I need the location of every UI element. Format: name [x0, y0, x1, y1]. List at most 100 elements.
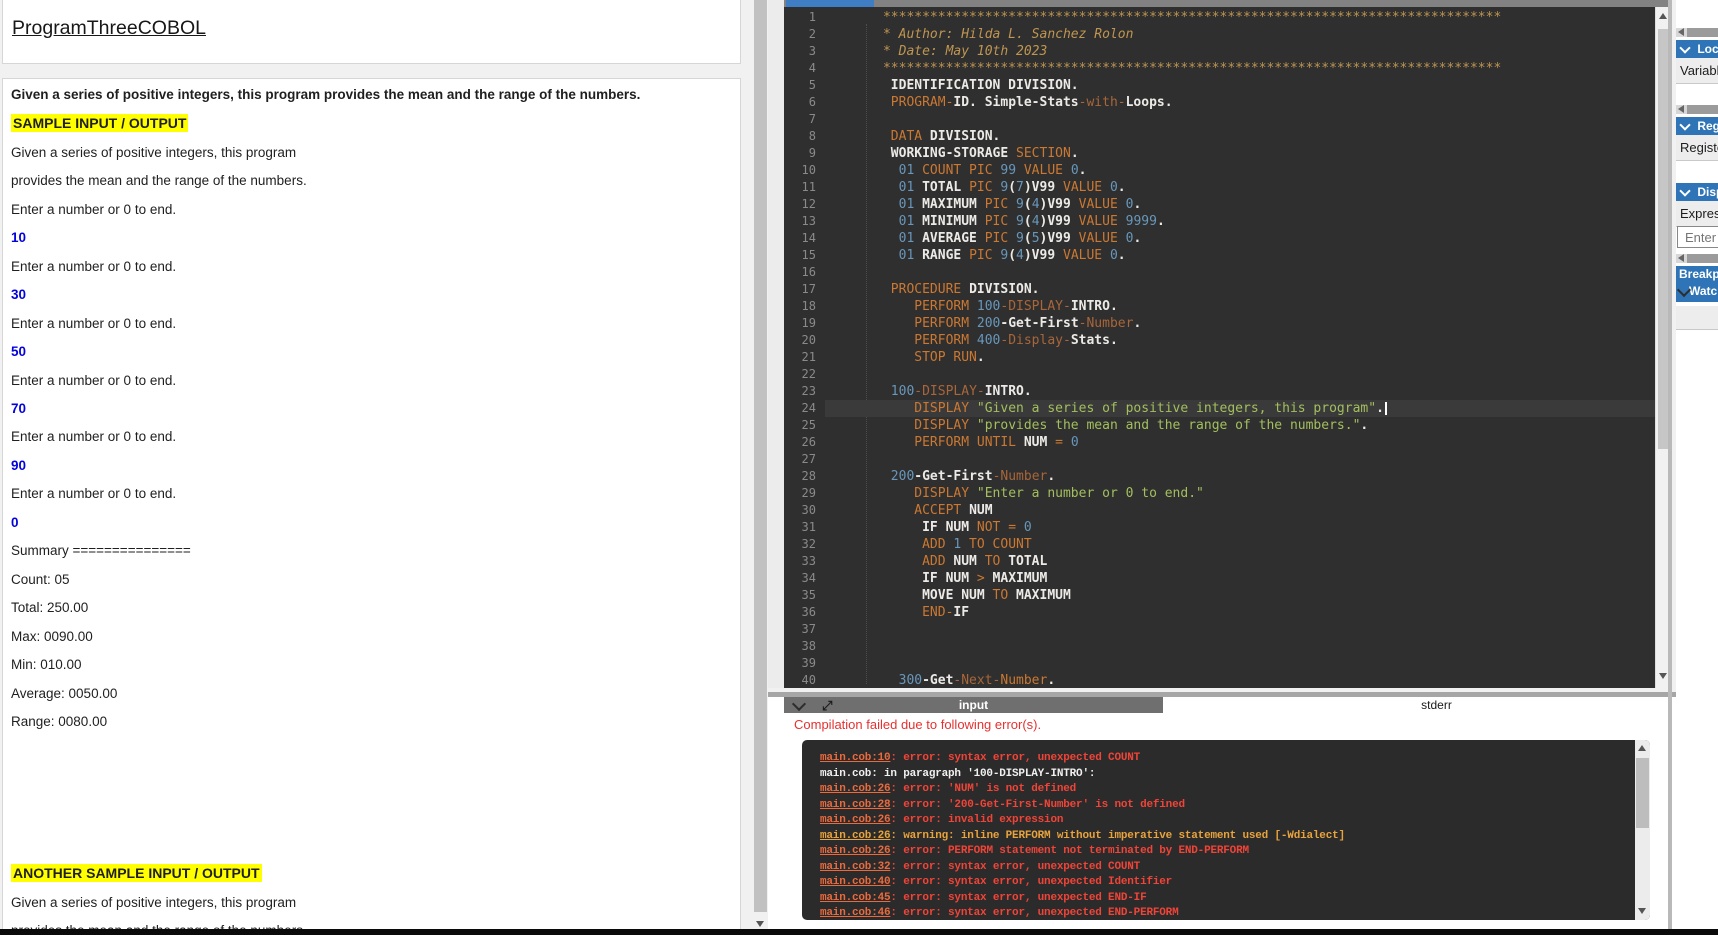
page-title: ProgramThreeCOBOL — [12, 17, 206, 39]
code-line[interactable]: MOVE NUM TO MAXIMUM — [825, 587, 1655, 604]
code-line[interactable]: PERFORM 400-Display-Stats. — [825, 332, 1655, 349]
code-line[interactable]: 01 MAXIMUM PIC 9(4)V99 VALUE 0. — [825, 196, 1655, 213]
code-line[interactable] — [825, 111, 1655, 128]
editor-hscroll-thumb[interactable] — [786, 0, 874, 7]
error-location-link[interactable]: main.cob:45 — [820, 892, 891, 904]
scroll-down-icon[interactable] — [1659, 673, 1667, 679]
code-line[interactable]: ACCEPT NUM — [825, 502, 1655, 519]
mini-scrollbar[interactable] — [1676, 254, 1718, 263]
line-number: 11 — [801, 180, 816, 194]
error-location-link[interactable]: main.cob:10 — [820, 752, 891, 764]
section-registers[interactable]: Registers — [1676, 117, 1718, 135]
scroll-left-icon[interactable] — [1678, 254, 1684, 262]
code-line[interactable] — [825, 451, 1655, 468]
error-location-link[interactable]: main.cob:26 — [820, 845, 891, 857]
code-line[interactable]: PERFORM UNTIL NUM = 0 — [825, 434, 1655, 451]
line-number: 9 — [808, 146, 816, 160]
code-line[interactable] — [825, 366, 1655, 383]
code-line[interactable]: 200-Get-First-Number. — [825, 468, 1655, 485]
scroll-down-icon[interactable] — [1638, 908, 1646, 914]
doc-paragraph: Enter a number or 0 to end. — [11, 372, 177, 388]
doc-paragraph: Total: 250.00 — [11, 600, 89, 616]
code-line[interactable]: IF NUM > MAXIMUM — [825, 570, 1655, 587]
line-number: 16 — [801, 265, 816, 279]
error-location-link[interactable]: main.cob:40 — [820, 876, 891, 888]
code-line[interactable]: 300-Get-Next-Number. — [825, 672, 1655, 688]
code-line[interactable]: WORKING-STORAGE SECTION. — [825, 145, 1655, 162]
code-editor[interactable]: 1 2 3 4 5 6 7 8 9 10 11 12 13 14 15 16 17 18 19 20 21 22 23 24 2… — [784, 0, 1671, 688]
scroll-up-icon[interactable] — [1638, 745, 1646, 751]
code-line[interactable]: PERFORM 200-Get-First-Number. — [825, 315, 1655, 332]
code-line[interactable]: DISPLAY "Enter a number or 0 to end." — [825, 485, 1655, 502]
terminal-scrollbar-thumb[interactable] — [1636, 758, 1649, 828]
code-line[interactable]: * Author: Hilda L. Sanchez Rolon — [825, 26, 1655, 43]
code-line[interactable]: END-IF — [825, 604, 1655, 621]
code-line[interactable] — [825, 264, 1655, 281]
code-line[interactable]: 01 COUNT PIC 99 VALUE 0. — [825, 162, 1655, 179]
document-scrollbar[interactable] — [753, 0, 768, 935]
scroll-left-icon[interactable] — [1678, 28, 1684, 36]
line-number: 17 — [801, 282, 816, 296]
section-display-expressions[interactable]: Display expressions — [1676, 183, 1718, 201]
error-location-link[interactable]: main.cob:26 — [820, 783, 891, 795]
code-line[interactable]: 01 AVERAGE PIC 9(5)V99 VALUE 0. — [825, 230, 1655, 247]
code-line[interactable]: PROCEDURE DIVISION. — [825, 281, 1655, 298]
code-line[interactable] — [825, 655, 1655, 672]
code-lines[interactable]: ****************************************… — [825, 9, 1655, 688]
editor-horizontal-scrollbar[interactable] — [784, 0, 1671, 7]
line-number: 34 — [801, 571, 816, 585]
code-line[interactable]: IDENTIFICATION DIVISION. — [825, 77, 1655, 94]
tab-stderr[interactable]: stderr — [1163, 697, 1710, 713]
line-number: 31 — [801, 520, 816, 534]
terminal-scrollbar[interactable] — [1635, 740, 1650, 920]
code-line[interactable]: 100-DISPLAY-INTRO. — [825, 383, 1655, 400]
code-line[interactable]: DISPLAY "Given a series of positive inte… — [825, 400, 1655, 417]
error-terminal: main.cob:10: error: syntax error, unexpe… — [802, 740, 1650, 920]
code-line[interactable]: DATA DIVISION. — [825, 128, 1655, 145]
mini-scrollbar[interactable] — [1676, 28, 1718, 37]
doc-paragraph — [11, 736, 736, 859]
code-line[interactable]: PROGRAM-ID. Simple-Stats-with-Loops. — [825, 94, 1655, 111]
document-panel: Given a series of positive integers, thi… — [2, 78, 741, 935]
code-line[interactable]: ****************************************… — [825, 60, 1655, 77]
code-line[interactable]: ADD NUM TO TOTAL — [825, 553, 1655, 570]
tab-input[interactable]: input — [784, 697, 1163, 713]
code-line[interactable] — [825, 638, 1655, 655]
document-title-box: ProgramThreeCOBOL — [2, 0, 741, 64]
line-number: 19 — [801, 316, 816, 330]
code-line[interactable]: ****************************************… — [825, 9, 1655, 26]
error-location-link[interactable]: main.cob:26 — [820, 814, 891, 826]
code-line[interactable]: 01 MINIMUM PIC 9(4)V99 VALUE 9999. — [825, 213, 1655, 230]
error-location-link[interactable]: main.cob:46 — [820, 907, 891, 919]
expression-input[interactable] — [1677, 226, 1718, 248]
scroll-left-icon[interactable] — [1678, 105, 1684, 113]
mini-scrollbar[interactable] — [1676, 105, 1718, 114]
code-line[interactable]: 01 TOTAL PIC 9(7)V99 VALUE 0. — [825, 179, 1655, 196]
document-scrollbar-thumb[interactable] — [754, 0, 767, 912]
code-line[interactable]: ADD 1 TO COUNT — [825, 536, 1655, 553]
code-line[interactable]: STOP RUN. — [825, 349, 1655, 366]
error-location-link[interactable]: main.cob:32 — [820, 861, 891, 873]
expand-console-icon[interactable]: ⤢ — [822, 698, 832, 714]
code-line[interactable]: IF NUM NOT = 0 — [825, 519, 1655, 536]
error-location-link[interactable]: main.cob:28 — [820, 799, 891, 811]
console-error-line: main.cob:26: error: PERFORM statement no… — [820, 845, 1249, 857]
line-number: 29 — [801, 486, 816, 500]
scroll-up-icon[interactable] — [1659, 13, 1667, 19]
doc-paragraph: Summary =============== — [11, 543, 191, 559]
section-local-variables[interactable]: Local variables — [1676, 40, 1718, 58]
line-number: 36 — [801, 605, 816, 619]
panel-divider — [1668, 0, 1672, 935]
code-line[interactable]: DISPLAY "provides the mean and the range… — [825, 417, 1655, 434]
code-line[interactable]: 01 RANGE PIC 9(4)V99 VALUE 0. — [825, 247, 1655, 264]
code-line[interactable]: * Date: May 10th 2023 — [825, 43, 1655, 60]
scroll-down-icon[interactable] — [756, 921, 764, 927]
doc-paragraph: 10 — [11, 230, 27, 246]
line-number: 24 — [801, 401, 816, 415]
error-location-link[interactable]: main.cob:26 — [820, 830, 891, 842]
code-line[interactable]: PERFORM 100-DISPLAY-INTRO. — [825, 298, 1655, 315]
doc-paragraph: Enter a number or 0 to end. — [11, 258, 177, 274]
line-number: 26 — [801, 435, 816, 449]
code-line[interactable] — [825, 621, 1655, 638]
section-breakpoints-watchpoints[interactable]: Breakpoints and Watchpoints — [1676, 266, 1718, 302]
